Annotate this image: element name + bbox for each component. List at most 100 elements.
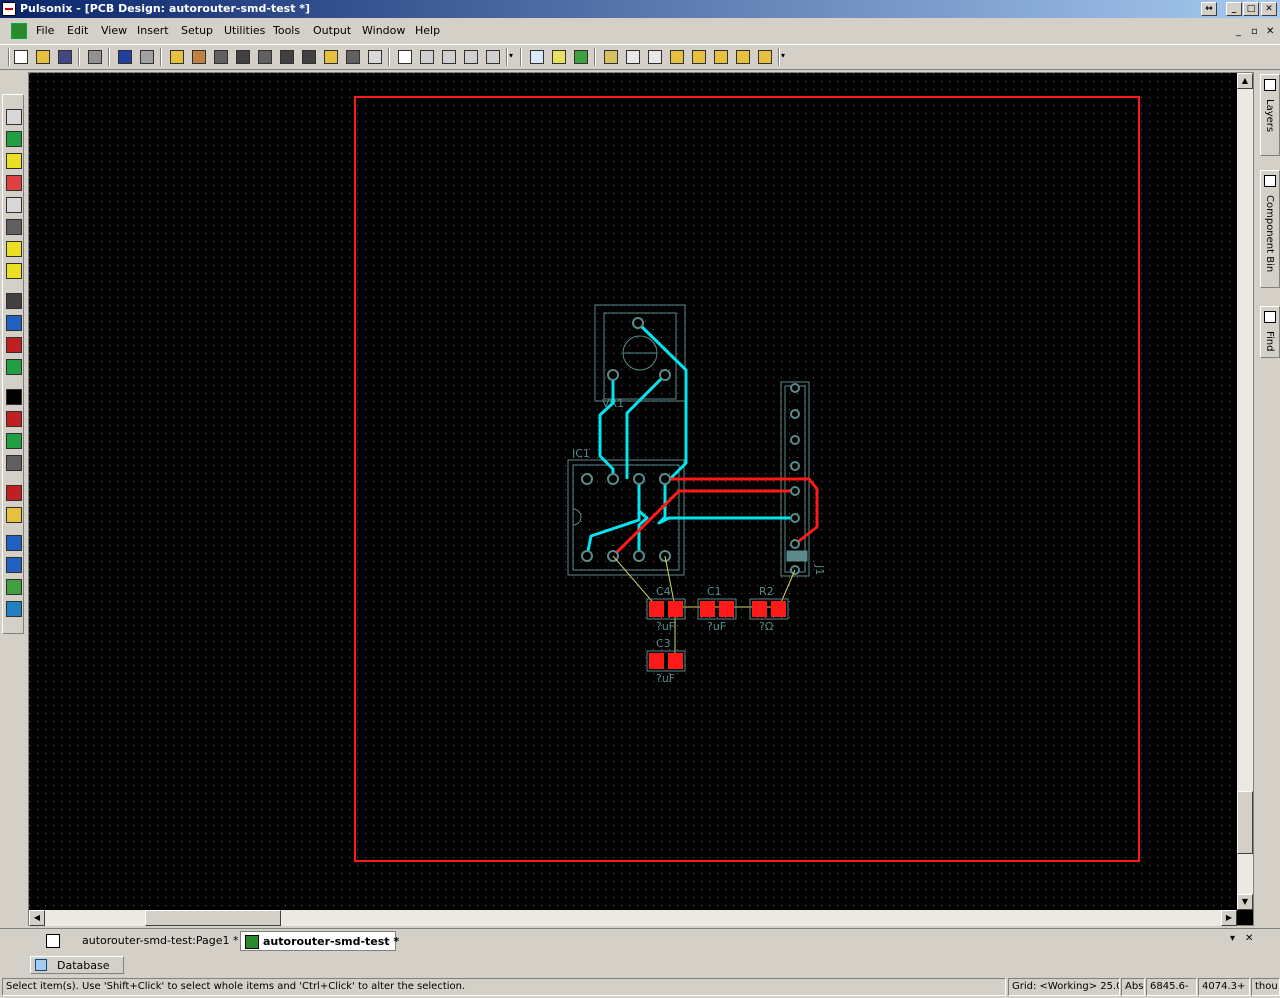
menu-view[interactable]: View — [101, 24, 127, 37]
select-button[interactable] — [528, 48, 546, 66]
mdi-minimize-button[interactable]: _ — [1236, 26, 1241, 37]
print-button[interactable] — [86, 48, 104, 66]
pointer-button[interactable] — [550, 48, 568, 66]
zoom-previous-button[interactable] — [418, 48, 436, 66]
add-via-icon[interactable] — [6, 337, 22, 353]
menu-edit[interactable]: Edit — [67, 24, 88, 37]
chip-button[interactable] — [278, 48, 296, 66]
c3-pad-2[interactable] — [668, 653, 683, 669]
menu-insert[interactable]: Insert — [137, 24, 169, 37]
zoom-window-button[interactable] — [440, 48, 458, 66]
find-panel-tab[interactable]: Find — [1260, 306, 1280, 358]
add-track-icon[interactable] — [6, 293, 22, 309]
c1-pad-2[interactable] — [719, 601, 734, 617]
add-shape-icon[interactable] — [6, 131, 22, 147]
component-bin-tab[interactable]: Component Bin — [1260, 170, 1280, 288]
mdi-restore-button[interactable]: ▫ — [1251, 26, 1258, 37]
add-dimension-icon[interactable] — [6, 433, 22, 449]
pad-vr1-3[interactable] — [659, 369, 671, 381]
layers-panel-tab[interactable]: Layers — [1260, 74, 1280, 156]
route-track-icon[interactable] — [6, 535, 22, 551]
zoom-out-button[interactable] — [484, 48, 502, 66]
pour-icon[interactable] — [6, 601, 22, 617]
align-button[interactable] — [668, 48, 686, 66]
status-coordinate-mode[interactable]: Abs — [1121, 978, 1145, 996]
status-grid[interactable]: Grid: <Working> 25.0 — [1008, 978, 1120, 996]
report-button[interactable] — [366, 48, 384, 66]
add-doc-symbol-icon[interactable] — [6, 485, 22, 501]
menu-utilities[interactable]: Utilities — [224, 24, 265, 37]
tab-pcb-design[interactable]: autorouter-smd-test * — [240, 931, 399, 951]
auto-route-icon[interactable] — [6, 557, 22, 573]
book-button[interactable] — [190, 48, 208, 66]
minimize-button[interactable]: _ — [1226, 2, 1242, 16]
database-tab[interactable]: Database — [30, 956, 124, 974]
scroll-up-button[interactable]: ▲ — [1237, 73, 1253, 89]
add-text-icon[interactable] — [6, 389, 22, 405]
grid-button[interactable] — [624, 48, 642, 66]
add-keepout-icon[interactable] — [6, 219, 22, 235]
add-connection-icon[interactable] — [6, 315, 22, 331]
menu-window[interactable]: Window — [362, 24, 405, 37]
pad-j1-8[interactable] — [790, 383, 800, 393]
horizontal-scroll-thumb[interactable] — [145, 910, 281, 926]
coin-button[interactable] — [322, 48, 340, 66]
menu-setup[interactable]: Setup — [181, 24, 213, 37]
toolbar-overflow-icon[interactable]: ▾ — [781, 51, 785, 60]
unlock-button[interactable] — [756, 48, 774, 66]
add-template-icon[interactable] — [6, 263, 22, 279]
new-button[interactable] — [12, 48, 30, 66]
redo-button[interactable] — [138, 48, 156, 66]
toolbar-overflow-icon[interactable]: ▾ — [509, 51, 513, 60]
rotate-button[interactable] — [690, 48, 708, 66]
select-tool-icon[interactable] — [6, 109, 22, 125]
zoom-in-button[interactable] — [462, 48, 480, 66]
pad-ic1-5[interactable] — [659, 473, 671, 485]
wand-button[interactable] — [300, 48, 318, 66]
zoom-all-button[interactable] — [396, 48, 414, 66]
scroll-left-button[interactable]: ◀ — [29, 910, 45, 926]
mdi-close-button[interactable]: ✕ — [1266, 26, 1274, 37]
pad-j1-4[interactable] — [790, 486, 800, 496]
spreadsheet-button[interactable] — [646, 48, 664, 66]
tab-schematic-page1[interactable]: autorouter-smd-test:Page1 * — [42, 931, 238, 951]
document-icon[interactable] — [11, 23, 27, 39]
pad-j1-3[interactable] — [790, 513, 800, 523]
pulsonix-app-icon[interactable] — [2, 2, 16, 16]
vertical-scroll-thumb[interactable] — [1237, 791, 1253, 854]
c1-pad-1[interactable] — [700, 601, 715, 617]
pad-vr1-2[interactable] — [632, 317, 644, 329]
pad-ic1-7[interactable] — [607, 473, 619, 485]
pad-ic1-6[interactable] — [633, 473, 645, 485]
folder-button[interactable] — [168, 48, 186, 66]
add-component-icon[interactable] — [6, 359, 22, 375]
pad-ic1-1[interactable] — [581, 550, 593, 562]
open-button[interactable] — [34, 48, 52, 66]
add-fiducial-icon[interactable] — [6, 507, 22, 523]
menu-output[interactable]: Output — [313, 24, 351, 37]
pad-j1-6[interactable] — [790, 435, 800, 445]
c4-pad-2[interactable] — [668, 601, 683, 617]
restore-down-button[interactable]: ↔ — [1201, 2, 1217, 16]
net-button[interactable] — [256, 48, 274, 66]
c4-pad-1[interactable] — [649, 601, 664, 617]
tabs-close-button[interactable]: ✕ — [1245, 933, 1253, 944]
maximize-button[interactable]: □ — [1243, 2, 1259, 16]
horizontal-scrollbar[interactable]: ◀ ▶ — [29, 910, 1237, 926]
tabs-dropdown-button[interactable]: ▾ — [1230, 933, 1235, 944]
vertical-scrollbar[interactable]: ▲ ▼ — [1237, 73, 1253, 910]
mirror-button[interactable] — [712, 48, 730, 66]
menu-tools[interactable]: Tools — [273, 24, 300, 37]
pad-ic1-8[interactable] — [581, 473, 593, 485]
component-button[interactable] — [212, 48, 230, 66]
route-button[interactable] — [234, 48, 252, 66]
add-area-icon[interactable] — [6, 197, 22, 213]
c3-pad-1[interactable] — [649, 653, 664, 669]
lock-button[interactable] — [734, 48, 752, 66]
save-button[interactable] — [56, 48, 74, 66]
add-outline-icon[interactable] — [6, 175, 22, 191]
pad-j1-7[interactable] — [790, 409, 800, 419]
r2-pad-2[interactable] — [771, 601, 786, 617]
move-button[interactable] — [572, 48, 590, 66]
layers-button[interactable] — [344, 48, 362, 66]
